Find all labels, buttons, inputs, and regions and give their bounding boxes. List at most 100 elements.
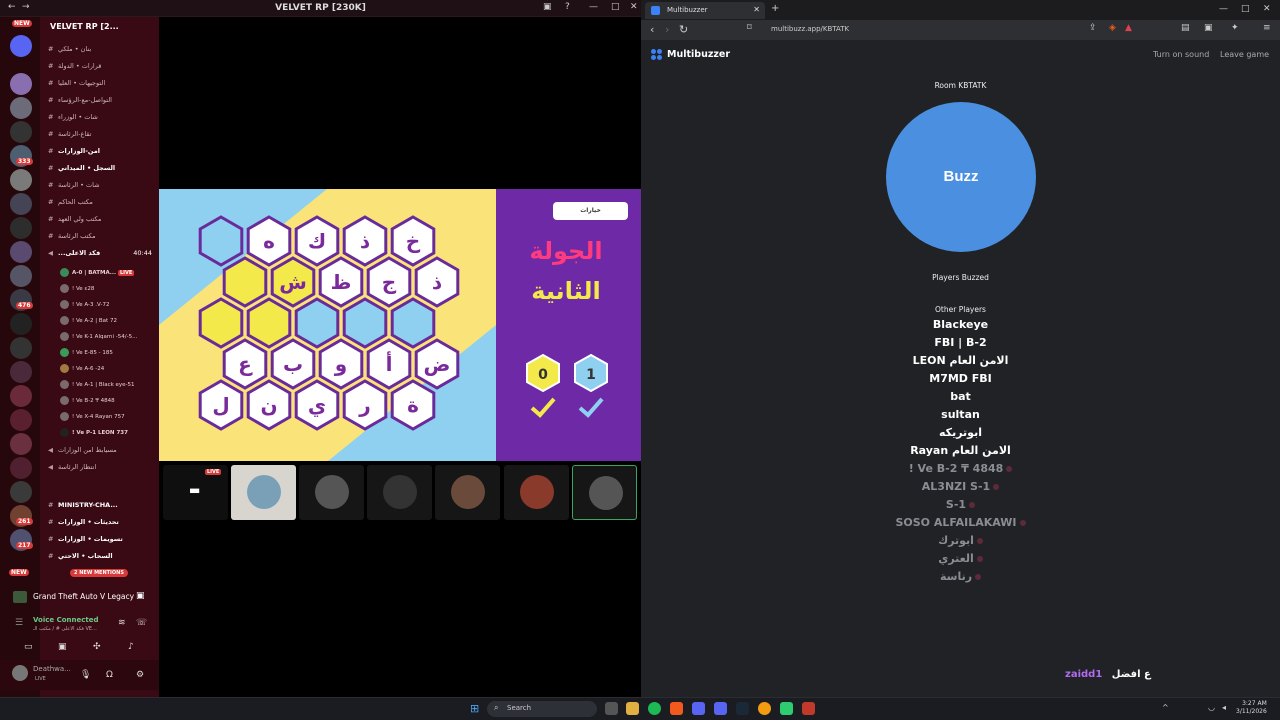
close-tab-icon[interactable]: ✕ bbox=[753, 5, 760, 14]
spotify-icon[interactable] bbox=[648, 702, 661, 715]
screenshare-icon[interactable]: ▣ bbox=[58, 642, 67, 652]
channel-item[interactable]: # مكتب الحاكم bbox=[48, 198, 156, 214]
voice-channel[interactable]: ◀ انتظار الرئاسة bbox=[48, 463, 156, 479]
steam-icon[interactable] bbox=[736, 702, 749, 715]
activities-icon[interactable]: ✣ bbox=[93, 642, 101, 652]
maximize-icon[interactable]: □ bbox=[611, 2, 620, 12]
app-icon[interactable] bbox=[780, 702, 793, 715]
server-icon[interactable] bbox=[10, 217, 32, 239]
voice-user[interactable]: ! Ve ε28 bbox=[60, 284, 156, 293]
channel-item[interactable]: # تسويمات • الوزارات bbox=[48, 535, 156, 551]
voice-user[interactable]: A-0 | BATMA... LIVE bbox=[60, 268, 156, 277]
disconnect-icon[interactable]: ☏ bbox=[136, 618, 147, 628]
bookmark-icon[interactable]: ⌑ bbox=[747, 23, 752, 33]
server-icon[interactable] bbox=[10, 169, 32, 191]
app-icon[interactable] bbox=[802, 702, 815, 715]
voice-user[interactable]: ! Ve A-2 | Bat 72 bbox=[60, 316, 156, 325]
start-icon[interactable]: ⊞ bbox=[470, 702, 479, 715]
app-icon[interactable] bbox=[758, 702, 771, 715]
stream-thumb[interactable] bbox=[435, 465, 500, 520]
task-view-icon[interactable] bbox=[605, 702, 618, 715]
browser-tab[interactable]: Multibuzzer ✕ bbox=[645, 2, 765, 19]
channel-item[interactable]: # تحديثات • الوزارات bbox=[48, 518, 156, 534]
help-icon[interactable]: ? bbox=[565, 2, 570, 12]
clock[interactable]: 3:27 AM 3/11/2026 bbox=[1236, 700, 1267, 716]
stream-thumb[interactable] bbox=[231, 465, 296, 520]
voice-user[interactable]: ! Ve B-2 ₸ 4848 bbox=[60, 396, 156, 405]
stream-thumb[interactable] bbox=[572, 465, 637, 520]
server-icon[interactable] bbox=[10, 35, 32, 57]
channel-item[interactable]: # التواصل-مع-الرؤساء bbox=[48, 96, 156, 112]
hex-cell[interactable] bbox=[342, 297, 388, 349]
camera-icon[interactable]: ▭ bbox=[24, 642, 33, 652]
discord-icon[interactable] bbox=[714, 702, 727, 715]
voice-user[interactable]: ! Ve P-1 LEON 737 bbox=[60, 428, 156, 437]
signal-icon[interactable]: ☰ bbox=[15, 618, 23, 628]
channel-item[interactable]: # قرارات • الدولة bbox=[48, 62, 156, 78]
close-icon[interactable]: ✕ bbox=[630, 2, 638, 12]
app-name[interactable]: Multibuzzer bbox=[667, 49, 730, 60]
channel-item[interactable]: # التوجيهات • العليا bbox=[48, 79, 156, 95]
guild-name[interactable]: VELVET RP [2... bbox=[40, 17, 159, 37]
server-icon[interactable] bbox=[10, 337, 32, 359]
voice-channel[interactable]: ◀ ...فكد الاعلى 40:44 bbox=[48, 249, 156, 265]
leave-game-button[interactable]: Leave game bbox=[1220, 50, 1269, 59]
activity-icon[interactable]: ▣ bbox=[136, 591, 145, 601]
server-icon[interactable] bbox=[10, 409, 32, 431]
hex-cell[interactable] bbox=[222, 256, 268, 308]
stream-thumb[interactable] bbox=[504, 465, 569, 520]
hex-cell[interactable] bbox=[198, 215, 244, 267]
inbox-icon[interactable]: ▣ bbox=[543, 2, 552, 12]
avatar[interactable] bbox=[12, 665, 28, 681]
sidebar-icon[interactable]: ▤ bbox=[1181, 23, 1190, 33]
wallet-icon[interactable]: ▣ bbox=[1204, 23, 1213, 33]
username[interactable]: Deathwa... bbox=[33, 665, 71, 673]
soundboard-icon[interactable]: ♪ bbox=[128, 642, 134, 652]
headphones-icon[interactable]: Ω bbox=[106, 670, 113, 680]
options-button[interactable]: خيارات bbox=[553, 202, 628, 220]
server-icon[interactable] bbox=[10, 433, 32, 455]
channel-item[interactable]: # بنان • ملكي bbox=[48, 45, 156, 61]
channel-item[interactable]: # مكتب الرئاسة bbox=[48, 232, 156, 248]
server-icon[interactable] bbox=[10, 73, 32, 95]
server-icon[interactable] bbox=[10, 97, 32, 119]
discord-icon[interactable] bbox=[692, 702, 705, 715]
voice-channel[interactable]: ◀ مسيابط امن الوزارات bbox=[48, 446, 156, 462]
server-icon[interactable] bbox=[10, 457, 32, 479]
maximize-icon[interactable]: □ bbox=[1241, 4, 1250, 14]
close-icon[interactable]: ✕ bbox=[1263, 4, 1271, 14]
brave-icon[interactable] bbox=[670, 702, 683, 715]
channel-item[interactable]: # شات • الوزراء bbox=[48, 113, 156, 129]
server-icon[interactable] bbox=[10, 241, 32, 263]
voice-user[interactable]: ! Ve X-4 Rayan 757 bbox=[60, 412, 156, 421]
stream-thumb[interactable] bbox=[299, 465, 364, 520]
new-mentions-pill[interactable]: 2 NEW MENTIONS bbox=[70, 569, 128, 577]
channel-item[interactable]: # شات • الرئاسة bbox=[48, 181, 156, 197]
url-field[interactable]: multibuzz.app/KBTATK bbox=[761, 23, 1141, 37]
server-icon[interactable] bbox=[10, 313, 32, 335]
hex-cell[interactable] bbox=[246, 297, 292, 349]
extensions-icon[interactable]: ✦ bbox=[1231, 23, 1239, 33]
stream-thumb[interactable] bbox=[367, 465, 432, 520]
channel-item[interactable]: # السحاب • الاحتي bbox=[48, 552, 156, 568]
settings-icon[interactable]: ⚙ bbox=[136, 670, 144, 680]
server-icon[interactable] bbox=[10, 121, 32, 143]
voice-user[interactable]: ! Ve A-1 | Black eye-51 bbox=[60, 380, 156, 389]
stream-thumb[interactable]: LIVE ▬ bbox=[163, 465, 228, 520]
server-icon[interactable] bbox=[10, 361, 32, 383]
buzz-button[interactable]: Buzz bbox=[886, 102, 1036, 252]
hex-cell[interactable] bbox=[390, 297, 436, 349]
tray-chevron-icon[interactable]: ^ bbox=[1162, 703, 1169, 712]
channel-item[interactable]: # MINISTRY-CHA... bbox=[48, 501, 156, 517]
voice-channel-name[interactable]: فكد الاعلى # / مكتب الـ VE... bbox=[33, 626, 97, 632]
channel-item[interactable]: # امن-الوزارات bbox=[48, 147, 156, 163]
noise-suppression-icon[interactable]: ≋ bbox=[118, 618, 126, 628]
voice-user[interactable]: ! Ve A-6 -24 bbox=[60, 364, 156, 373]
channel-item[interactable]: # السجل • الميداني bbox=[48, 164, 156, 180]
server-icon[interactable] bbox=[10, 481, 32, 503]
minimize-icon[interactable]: — bbox=[589, 2, 598, 12]
server-icon[interactable] bbox=[10, 193, 32, 215]
file-explorer-icon[interactable] bbox=[626, 702, 639, 715]
hex-cell[interactable] bbox=[294, 297, 340, 349]
server-icon[interactable] bbox=[10, 385, 32, 407]
